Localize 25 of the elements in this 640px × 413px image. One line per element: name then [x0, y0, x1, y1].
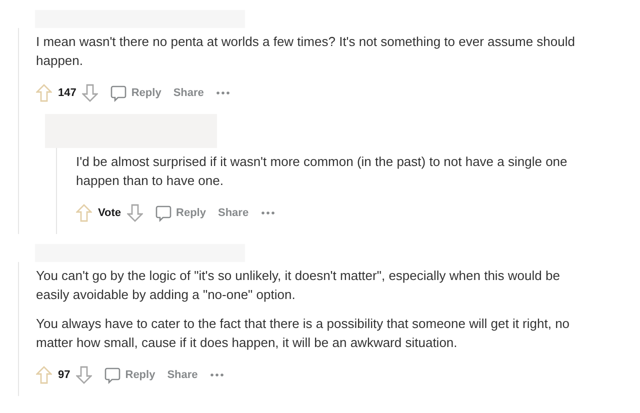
reply-button[interactable]: Reply [110, 84, 162, 102]
comment-icon [110, 84, 128, 102]
comment-text: You always have to cater to the fact that there is a possibility that someone will get it right, no matter how small, cause if it does happen, it will be an awkward situation. [36, 315, 571, 352]
vote-count: Vote [98, 206, 122, 221]
comment-icon [104, 366, 122, 384]
upvote-icon[interactable] [76, 204, 92, 222]
share-button[interactable]: Share [167, 366, 198, 384]
share-button[interactable]: Share [218, 204, 249, 222]
comment-text: I'd be almost surprised if it wasn't more common (in the past) to not have a single one happen than to have one. [76, 153, 568, 190]
downvote-icon[interactable] [127, 204, 144, 222]
comment-text: I mean wasn't there no penta at worlds a few times? It's not something to ever assume should happen. [36, 33, 576, 70]
comment-text: You can't go by the logic of "it's so unlikely, it doesn't matter", especially when this would be easily avoidable by adding a "no-one" option. [36, 267, 561, 304]
upvote-icon[interactable] [36, 84, 52, 102]
reply-button[interactable]: Reply [104, 366, 156, 384]
reply-button[interactable]: Reply [155, 204, 206, 222]
more-icon[interactable] [216, 91, 230, 95]
downvote-icon[interactable] [82, 84, 98, 102]
vote-count: 147 [58, 86, 76, 101]
more-icon[interactable] [210, 373, 224, 377]
upvote-icon[interactable] [36, 366, 52, 384]
comment-icon [155, 204, 172, 222]
more-icon[interactable] [260, 211, 275, 215]
downvote-icon[interactable] [76, 366, 92, 384]
share-button[interactable]: Share [173, 84, 204, 102]
vote-count: 97 [58, 368, 70, 383]
